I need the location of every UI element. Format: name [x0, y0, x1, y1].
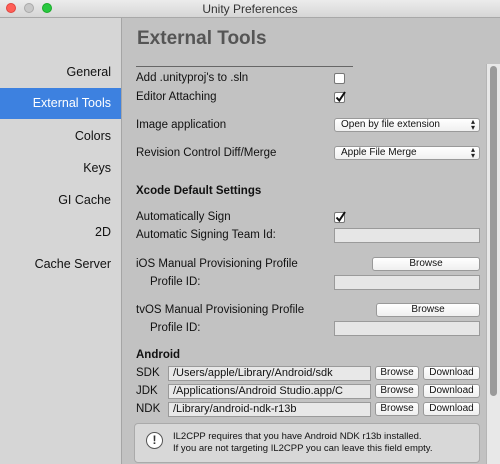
preferences-content: External Tools Add .unityproj's to .sln … — [122, 18, 486, 464]
sidebar-item-2d[interactable]: 2D — [95, 225, 111, 239]
jdk-download-button[interactable]: Download — [423, 384, 480, 398]
sidebar-item-external-tools[interactable]: External Tools — [0, 88, 121, 119]
sdk-browse-button[interactable]: Browse — [375, 366, 419, 380]
checkmark-icon — [335, 211, 346, 223]
ios-profile-browse-button[interactable]: Browse — [372, 257, 480, 271]
sidebar-item-colors[interactable]: Colors — [75, 129, 111, 143]
sdk-path-field[interactable]: /Users/apple/Library/Android/sdk — [168, 366, 371, 381]
page-title: External Tools — [137, 28, 267, 49]
sidebar-item-keys[interactable]: Keys — [83, 161, 111, 175]
preferences-window: Unity Preferences General External Tools… — [0, 0, 500, 464]
ndk-browse-button[interactable]: Browse — [375, 402, 419, 416]
ndk-help-box: ! IL2CPP requires that you have Android … — [134, 423, 480, 463]
window-title: Unity Preferences — [202, 2, 298, 16]
jdk-path-field[interactable]: /Applications/Android Studio.app/C — [168, 384, 371, 399]
xcode-section-title: Xcode Default Settings — [136, 185, 262, 197]
vertical-scrollbar[interactable] — [486, 64, 500, 464]
android-section-title: Android — [136, 349, 181, 361]
checkmark-icon — [335, 91, 346, 103]
team-id-label: Automatic Signing Team Id: — [136, 229, 276, 241]
dropdown-arrows-icon: ▴ ▾ — [470, 117, 475, 132]
automatically-sign-checkbox[interactable] — [334, 211, 346, 223]
automatically-sign-label: Automatically Sign — [136, 211, 231, 223]
tvos-profile-id-field[interactable] — [334, 321, 480, 336]
sdk-download-button[interactable]: Download — [423, 366, 480, 380]
team-id-field[interactable] — [334, 228, 480, 243]
image-application-value: Open by file extension — [341, 119, 440, 130]
tvos-profile-browse-button[interactable]: Browse — [376, 303, 480, 317]
image-application-label: Image application — [136, 119, 227, 131]
revision-control-value: Apple File Merge — [341, 147, 417, 158]
help-text-line-1: IL2CPP requires that you have Android ND… — [173, 431, 422, 442]
add-unityproj-label: Add .unityproj's to .sln — [136, 72, 249, 84]
sidebar-item-cache-server[interactable]: Cache Server — [35, 257, 111, 271]
editor-attaching-label: Editor Attaching — [136, 91, 217, 103]
editor-attaching-checkbox[interactable] — [334, 91, 346, 103]
ndk-download-button[interactable]: Download — [423, 402, 480, 416]
clipped-field-edge — [136, 66, 353, 67]
scrollbar-gutter-top — [486, 18, 500, 64]
tvos-profile-label: tvOS Manual Provisioning Profile — [136, 304, 305, 316]
ios-profile-id-field[interactable] — [334, 275, 480, 290]
info-icon: ! — [146, 432, 163, 449]
sidebar-item-gi-cache[interactable]: GI Cache — [58, 193, 111, 207]
sdk-label: SDK — [136, 367, 160, 379]
revision-control-dropdown[interactable]: Apple File Merge ▴ ▾ — [334, 146, 480, 160]
help-text-line-2: If you are not targeting IL2CPP you can … — [173, 443, 433, 454]
sidebar-item-general[interactable]: General — [67, 65, 111, 79]
ios-profile-label: iOS Manual Provisioning Profile — [136, 258, 298, 270]
jdk-label: JDK — [136, 385, 158, 397]
image-application-dropdown[interactable]: Open by file extension ▴ ▾ — [334, 118, 480, 132]
dropdown-arrows-icon: ▴ ▾ — [470, 145, 475, 160]
ndk-label: NDK — [136, 403, 161, 415]
scrollbar-thumb[interactable] — [490, 66, 497, 396]
ndk-path-field[interactable]: /Library/android-ndk-r13b — [168, 402, 371, 417]
title-bar: Unity Preferences — [0, 0, 500, 18]
sidebar: General External Tools Colors Keys GI Ca… — [0, 18, 122, 464]
tvos-profile-id-label: Profile ID: — [150, 322, 201, 334]
jdk-browse-button[interactable]: Browse — [375, 384, 419, 398]
add-unityproj-checkbox[interactable] — [334, 73, 345, 84]
ios-profile-id-label: Profile ID: — [150, 276, 201, 288]
revision-control-label: Revision Control Diff/Merge — [136, 147, 277, 159]
